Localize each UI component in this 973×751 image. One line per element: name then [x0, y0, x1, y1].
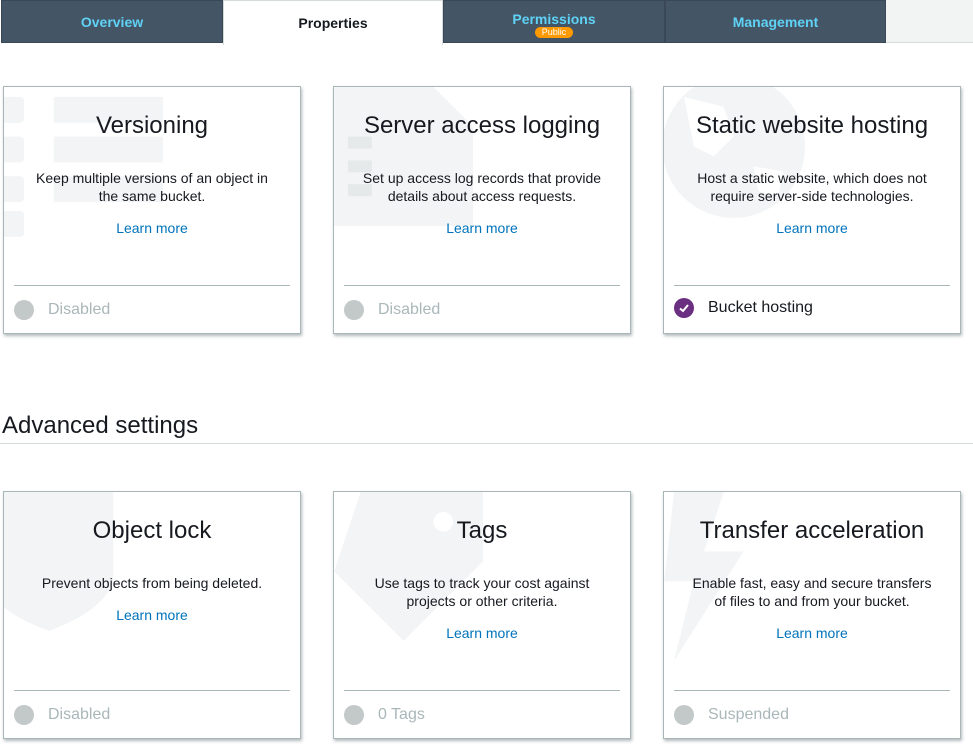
learn-more-link[interactable]: Learn more [334, 220, 630, 236]
learn-more-link[interactable]: Learn more [664, 625, 960, 641]
card-status: 0 Tags [344, 705, 425, 725]
disabled-status-icon [14, 300, 34, 320]
card-divider [14, 285, 290, 286]
card-description: Prevent objects from being deleted. [41, 575, 263, 591]
status-text: 0 Tags [378, 706, 425, 723]
public-badge: Public [534, 27, 574, 38]
tags-status-icon [344, 705, 364, 725]
learn-more-link[interactable]: Learn more [334, 625, 630, 641]
card-divider [344, 285, 620, 286]
card-divider [14, 690, 290, 691]
card-description: Enable fast, easy and secure transfers o… [692, 575, 932, 609]
transfer-acceleration-card[interactable]: Transfer acceleration Enable fast, easy … [663, 491, 961, 739]
tab-management[interactable]: Management [665, 0, 886, 43]
tab-label: Properties [298, 15, 368, 31]
object-lock-card[interactable]: Object lock Prevent objects from being d… [3, 491, 301, 739]
tab-label: Management [732, 13, 819, 30]
card-title: Transfer acceleration [699, 517, 925, 544]
tags-card[interactable]: Tags Use tags to track your cost against… [333, 491, 631, 739]
card-divider [344, 690, 620, 691]
disabled-status-icon [14, 705, 34, 725]
card-status: Bucket hosting [674, 298, 813, 318]
status-text: Bucket hosting [708, 299, 813, 316]
tab-label: Overview [80, 13, 144, 30]
status-text: Disabled [48, 301, 111, 318]
card-divider [674, 285, 950, 286]
status-text: Disabled [48, 706, 111, 723]
card-title: Static website hosting [695, 112, 929, 139]
card-description: Set up access log records that provide d… [362, 170, 602, 204]
learn-more-link[interactable]: Learn more [4, 607, 300, 623]
tab-overview[interactable]: Overview [1, 0, 223, 43]
advanced-settings-heading: Advanced settings [2, 412, 199, 439]
tab-bar: Overview Properties Permissions Public M… [0, 0, 973, 45]
card-description: Keep multiple versions of an object in t… [36, 170, 268, 204]
static-website-hosting-card[interactable]: Static website hosting Host a static web… [663, 86, 961, 334]
disabled-status-icon [344, 300, 364, 320]
card-status: Disabled [14, 300, 110, 320]
card-status: Disabled [344, 300, 440, 320]
check-icon [674, 298, 694, 318]
card-title: Tags [456, 517, 508, 544]
tab-bar-filler [886, 0, 973, 43]
learn-more-link[interactable]: Learn more [4, 220, 300, 236]
status-text: Disabled [378, 301, 441, 318]
versioning-card[interactable]: Versioning Keep multiple versions of an … [3, 86, 301, 334]
tab-label: Permissions [512, 11, 596, 27]
card-title: Object lock [92, 517, 212, 544]
status-text: Suspended [708, 706, 789, 723]
suspended-status-icon [674, 705, 694, 725]
card-description: Use tags to track your cost against proj… [374, 575, 590, 609]
section-divider [0, 443, 973, 444]
tab-permissions[interactable]: Permissions Public [443, 0, 665, 43]
server-access-logging-card[interactable]: Server access logging Set up access log … [333, 86, 631, 334]
card-description: Host a static website, which does not re… [697, 170, 927, 204]
card-title: Versioning [95, 112, 209, 139]
learn-more-link[interactable]: Learn more [664, 220, 960, 236]
tab-properties[interactable]: Properties [223, 0, 443, 45]
card-divider [674, 690, 950, 691]
card-title: Server access logging [363, 112, 601, 139]
card-status: Disabled [14, 705, 110, 725]
card-status: Suspended [674, 705, 789, 725]
